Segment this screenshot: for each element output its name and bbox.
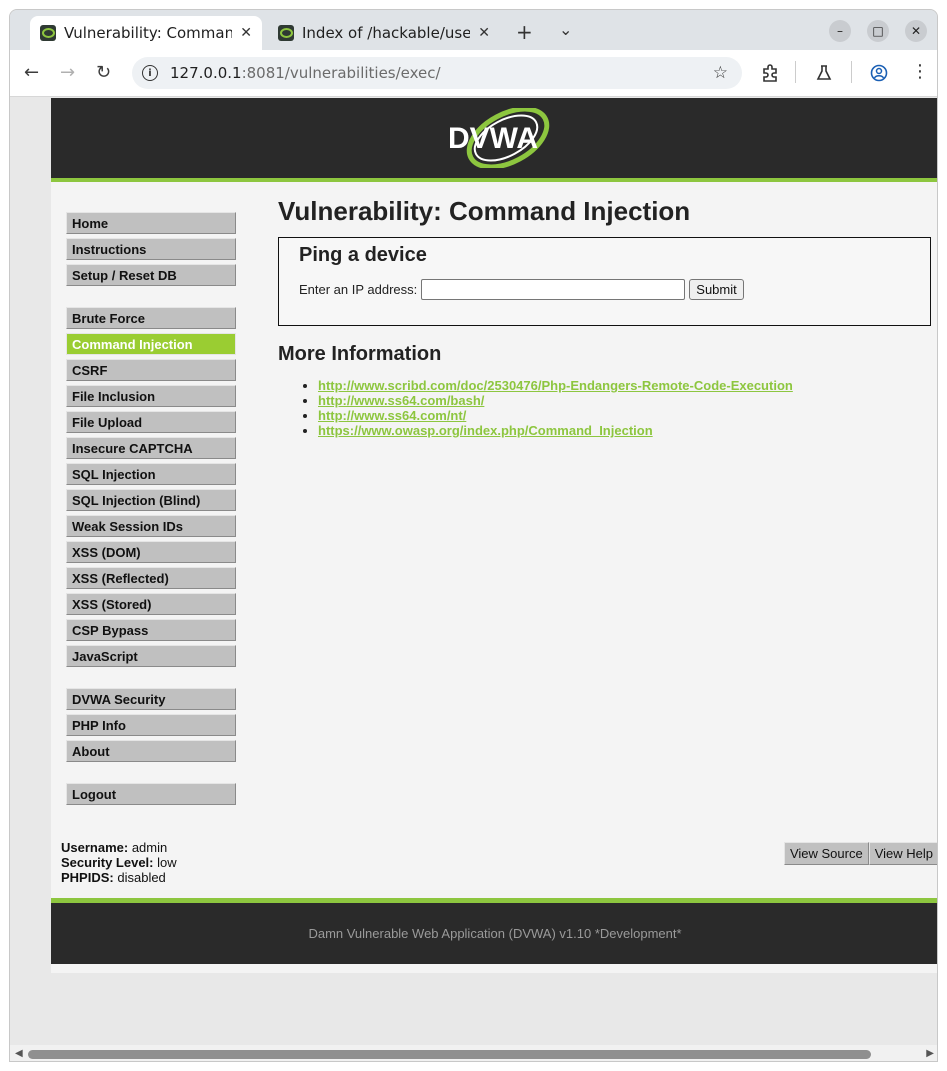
phpids-label: PHPIDS: bbox=[61, 870, 114, 885]
ip-form: Enter an IP address: Submit bbox=[299, 279, 910, 300]
security-level-value: low bbox=[157, 855, 177, 870]
close-icon[interactable]: ✕ bbox=[240, 25, 252, 41]
labs-icon[interactable] bbox=[815, 64, 833, 82]
tab-strip: Vulnerability: Command Injection :: Damn… bbox=[10, 10, 937, 50]
tab-title: Index of /hackable/users bbox=[302, 24, 471, 42]
ping-form-box: Ping a device Enter an IP address: Submi… bbox=[278, 237, 931, 326]
list-item: http://www.ss64.com/nt/ bbox=[318, 408, 933, 423]
site-info-icon[interactable]: i bbox=[142, 65, 158, 81]
horizontal-scrollbar[interactable]: ◀ ▶ bbox=[10, 1045, 937, 1061]
logo-text: DVWA bbox=[448, 122, 538, 155]
tab-title: Vulnerability: Command Injection :: Damn… bbox=[64, 24, 232, 42]
form-heading: Ping a device bbox=[299, 244, 427, 266]
page-title: Vulnerability: Command Injection bbox=[278, 196, 691, 226]
dvwa-page: DVWA Home Instructions Setup / Reset DB Br… bbox=[51, 98, 937, 973]
toolbar-divider bbox=[851, 61, 852, 83]
menu-item-setup-reset-db[interactable]: Setup / Reset DB bbox=[66, 264, 236, 286]
menu-item-xss-dom[interactable]: XSS (DOM) bbox=[66, 541, 236, 563]
back-button[interactable]: ← bbox=[24, 62, 39, 83]
side-menu: Home Instructions Setup / Reset DB Brute F… bbox=[66, 212, 236, 809]
new-tab-button[interactable]: + bbox=[516, 22, 533, 42]
dvwa-header: DVWA bbox=[51, 98, 937, 182]
scroll-left-icon[interactable]: ◀ bbox=[15, 1048, 23, 1059]
list-item: http://www.ss64.com/bash/ bbox=[318, 393, 933, 408]
more-info-links: http://www.scribd.com/doc/2530476/Php-En… bbox=[278, 378, 933, 438]
view-help-button[interactable]: View Help bbox=[868, 842, 937, 865]
menu-item-csrf[interactable]: CSRF bbox=[66, 359, 236, 381]
dvwa-footer: Damn Vulnerable Web Application (DVWA) v… bbox=[51, 898, 937, 964]
close-icon[interactable]: ✕ bbox=[478, 25, 490, 41]
menu-item-weak-session-ids[interactable]: Weak Session IDs bbox=[66, 515, 236, 537]
username-value: admin bbox=[131, 840, 168, 855]
menu-item-php-info[interactable]: PHP Info bbox=[66, 714, 236, 736]
tab-command-injection[interactable]: Vulnerability: Command Injection :: Damn… bbox=[30, 16, 262, 50]
url-host: 127.0.0.1 bbox=[170, 64, 242, 82]
tab-search-button[interactable]: ⌄ bbox=[559, 22, 572, 38]
menu-item-file-upload[interactable]: File Upload bbox=[66, 411, 236, 433]
ss64-bash-link[interactable]: http://www.ss64.com/bash/ bbox=[318, 393, 484, 408]
menu-item-brute-force[interactable]: Brute Force bbox=[66, 307, 236, 329]
phpids-value: disabled bbox=[117, 870, 166, 885]
browser-toolbar: ← → ↻ i 127.0.0.1 :8081/vulnerabilities/… bbox=[10, 50, 937, 97]
user-info: Username: admin Security Level: low PHPI… bbox=[61, 840, 177, 885]
menu-item-dvwa-security[interactable]: DVWA Security bbox=[66, 688, 236, 710]
footer-text: Damn Vulnerable Web Application (DVWA) v… bbox=[308, 926, 682, 941]
address-bar[interactable]: i 127.0.0.1 :8081/vulnerabilities/exec/ … bbox=[132, 57, 742, 89]
extensions-icon[interactable] bbox=[761, 64, 779, 82]
source-help-buttons: View Source View Help bbox=[783, 842, 937, 865]
menu-item-xss-reflected[interactable]: XSS (Reflected) bbox=[66, 567, 236, 589]
menu-item-insecure-captcha[interactable]: Insecure CAPTCHA bbox=[66, 437, 236, 459]
minimize-button[interactable]: – bbox=[829, 20, 851, 42]
maximize-button[interactable]: □ bbox=[867, 20, 889, 42]
menu-item-logout[interactable]: Logout bbox=[66, 783, 236, 805]
url-path: :8081/vulnerabilities/exec/ bbox=[241, 64, 441, 82]
close-window-button[interactable]: ✕ bbox=[905, 20, 927, 42]
menu-item-javascript[interactable]: JavaScript bbox=[66, 645, 236, 667]
ss64-nt-link[interactable]: http://www.ss64.com/nt/ bbox=[318, 408, 466, 423]
menu-item-about[interactable]: About bbox=[66, 740, 236, 762]
toolbar-divider bbox=[795, 61, 796, 83]
owasp-link[interactable]: https://www.owasp.org/index.php/Command_… bbox=[318, 423, 653, 438]
profile-icon[interactable] bbox=[870, 64, 888, 82]
submit-button[interactable]: Submit bbox=[689, 279, 744, 300]
star-icon[interactable]: ☆ bbox=[713, 63, 728, 83]
ip-label: Enter an IP address: bbox=[299, 282, 418, 297]
username-label: Username: bbox=[61, 840, 129, 855]
menu-item-xss-stored[interactable]: XSS (Stored) bbox=[66, 593, 236, 615]
forward-button[interactable]: → bbox=[60, 62, 75, 83]
security-level-label: Security Level: bbox=[61, 855, 154, 870]
menu-item-home[interactable]: Home bbox=[66, 212, 236, 234]
dvwa-favicon-icon bbox=[40, 25, 56, 41]
list-item: https://www.owasp.org/index.php/Command_… bbox=[318, 423, 933, 438]
list-item: http://www.scribd.com/doc/2530476/Php-En… bbox=[318, 378, 933, 393]
menu-item-sql-injection[interactable]: SQL Injection bbox=[66, 463, 236, 485]
menu-item-file-inclusion[interactable]: File Inclusion bbox=[66, 385, 236, 407]
scribd-link[interactable]: http://www.scribd.com/doc/2530476/Php-En… bbox=[318, 378, 793, 393]
browser-window: Vulnerability: Command Injection :: Damn… bbox=[9, 9, 938, 1062]
page-viewport: DVWA Home Instructions Setup / Reset DB Br… bbox=[10, 98, 937, 1045]
view-source-button[interactable]: View Source bbox=[783, 842, 869, 865]
dvwa-favicon-icon bbox=[278, 25, 294, 41]
menu-item-csp-bypass[interactable]: CSP Bypass bbox=[66, 619, 236, 641]
reload-button[interactable]: ↻ bbox=[96, 62, 111, 83]
menu-item-instructions[interactable]: Instructions bbox=[66, 238, 236, 260]
scroll-right-icon[interactable]: ▶ bbox=[926, 1048, 934, 1059]
more-info-heading: More Information bbox=[278, 343, 442, 365]
main-body: Vulnerability: Command Injection Ping a … bbox=[278, 196, 933, 438]
more-icon[interactable]: ⋮ bbox=[911, 61, 929, 82]
menu-item-sql-injection-blind[interactable]: SQL Injection (Blind) bbox=[66, 489, 236, 511]
tab-index-users[interactable]: Index of /hackable/users ✕ bbox=[268, 16, 500, 50]
menu-item-command-injection[interactable]: Command Injection bbox=[66, 333, 236, 355]
ip-address-input[interactable] bbox=[421, 279, 686, 300]
scrollbar-thumb[interactable] bbox=[28, 1050, 871, 1059]
dvwa-logo: DVWA bbox=[448, 108, 550, 168]
